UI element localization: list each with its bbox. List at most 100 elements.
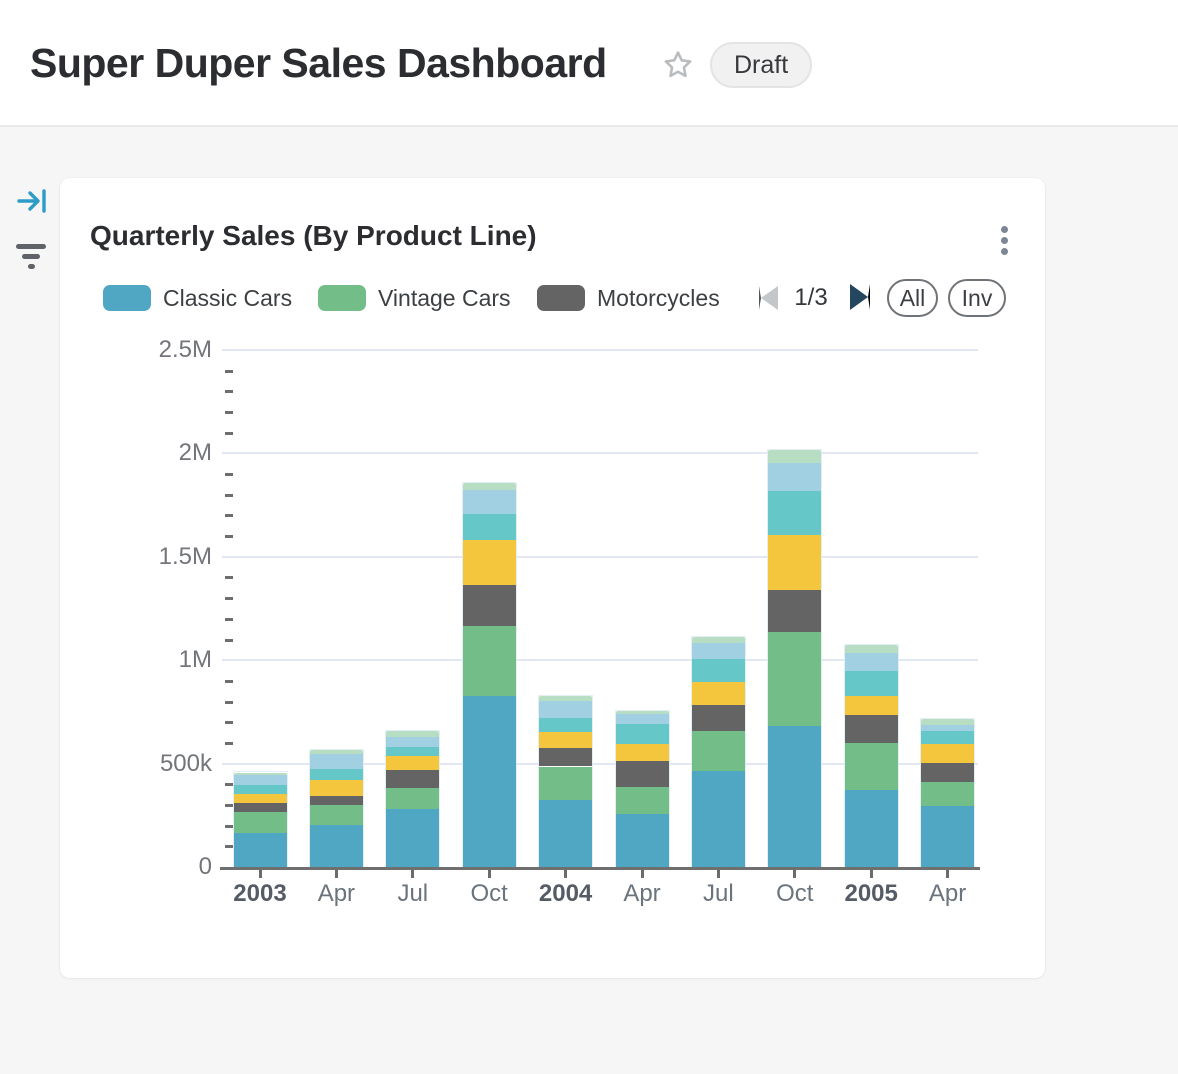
bar-segment[interactable] [692,643,745,659]
bar-segment[interactable] [616,814,669,867]
bar-segment[interactable] [768,632,821,726]
bar-segment[interactable] [386,770,439,788]
bar-segment[interactable] [539,696,592,701]
y-axis-minor-tick [225,721,233,724]
app-header: Super Duper Sales Dashboard Draft [0,0,1178,127]
bar-segment[interactable] [386,737,439,748]
bar-segment[interactable] [692,682,745,705]
bar-segment[interactable] [234,803,287,812]
bar-segment[interactable] [234,773,287,775]
bar-2004-4[interactable] [539,696,592,867]
bar-segment[interactable] [234,785,287,794]
bar-segment[interactable] [692,659,745,681]
bar-segment[interactable] [845,671,898,696]
bar-segment[interactable] [845,645,898,652]
bar-apr-1[interactable] [310,750,363,867]
x-axis-tick [870,870,873,878]
bar-segment[interactable] [692,731,745,772]
bar-segment[interactable] [845,653,898,671]
bar-segment[interactable] [234,794,287,803]
bar-segment[interactable] [463,514,516,541]
bar-segment[interactable] [463,540,516,585]
bar-segment[interactable] [234,812,287,833]
bar-segment[interactable] [234,775,287,785]
bar-apr-9[interactable] [921,719,974,867]
bar-segment[interactable] [921,731,974,744]
y-axis-minor-tick [225,370,233,373]
bar-segment[interactable] [463,696,516,867]
bar-segment[interactable] [616,761,669,788]
plot-area: 0500k1M1.5M2M2.5M2003AprJulOct2004AprJul… [60,178,1045,978]
y-axis-minor-tick [225,411,233,414]
bar-jul-2[interactable] [386,731,439,867]
bar-segment[interactable] [768,535,821,590]
bar-segment[interactable] [539,718,592,732]
bar-segment[interactable] [310,769,363,780]
bar-segment[interactable] [768,726,821,867]
bar-apr-5[interactable] [616,711,669,867]
y-axis-minor-tick [225,494,233,497]
bar-segment[interactable] [921,806,974,867]
page-title: Super Duper Sales Dashboard [30,40,607,87]
x-axis-tick [641,870,644,878]
bar-segment[interactable] [463,490,516,514]
bar-segment[interactable] [539,732,592,748]
bar-segment[interactable] [310,780,363,796]
bar-segment[interactable] [539,748,592,766]
bar-segment[interactable] [921,719,974,726]
bar-segment[interactable] [616,714,669,724]
bar-segment[interactable] [845,790,898,867]
bar-segment[interactable] [692,771,745,867]
bar-segment[interactable] [386,788,439,809]
bar-segment[interactable] [921,763,974,782]
y-axis-tick-label: 2.5M [142,336,212,364]
star-icon[interactable] [660,48,696,84]
bar-oct-3[interactable] [463,483,516,867]
filter-button[interactable] [12,240,50,276]
bar-segment[interactable] [310,825,363,867]
bar-segment[interactable] [386,756,439,770]
bar-segment[interactable] [921,744,974,763]
bar-segment[interactable] [463,626,516,696]
collapse-panel-button[interactable] [14,186,50,218]
bar-2003-0[interactable] [234,772,287,867]
bar-segment[interactable] [921,782,974,806]
bar-segment[interactable] [845,696,898,715]
bar-segment[interactable] [539,800,592,867]
bar-2005-8[interactable] [845,645,898,867]
chart-card: Quarterly Sales (By Product Line) Classi… [60,178,1045,978]
bar-segment[interactable] [463,483,516,490]
y-axis-tick-label: 1.5M [142,543,212,571]
y-axis-minor-tick [225,680,233,683]
bar-segment[interactable] [616,744,669,761]
x-axis-line [220,867,980,870]
x-axis-tick [793,870,796,878]
bar-segment[interactable] [768,590,821,632]
bar-segment[interactable] [921,725,974,730]
bar-segment[interactable] [234,833,287,867]
bar-segment[interactable] [616,724,669,744]
bar-segment[interactable] [539,767,592,800]
bar-segment[interactable] [310,805,363,825]
bar-segment[interactable] [310,796,363,805]
bar-segment[interactable] [845,743,898,791]
bar-segment[interactable] [616,787,669,814]
bar-segment[interactable] [845,715,898,743]
bar-segment[interactable] [692,705,745,731]
bar-oct-7[interactable] [768,450,821,867]
bar-segment[interactable] [310,754,363,769]
bar-jul-6[interactable] [692,637,745,867]
x-axis-tick [717,870,720,878]
bar-segment[interactable] [386,747,439,755]
bar-segment[interactable] [386,731,439,736]
bar-segment[interactable] [768,491,821,535]
bar-segment[interactable] [768,463,821,491]
bar-segment[interactable] [768,450,821,463]
bar-segment[interactable] [616,711,669,714]
y-axis-tick-label: 0 [142,853,212,881]
bar-segment[interactable] [463,585,516,626]
bar-segment[interactable] [539,701,592,718]
bar-segment[interactable] [386,809,439,867]
bar-segment[interactable] [692,637,745,643]
bar-segment[interactable] [310,750,363,754]
